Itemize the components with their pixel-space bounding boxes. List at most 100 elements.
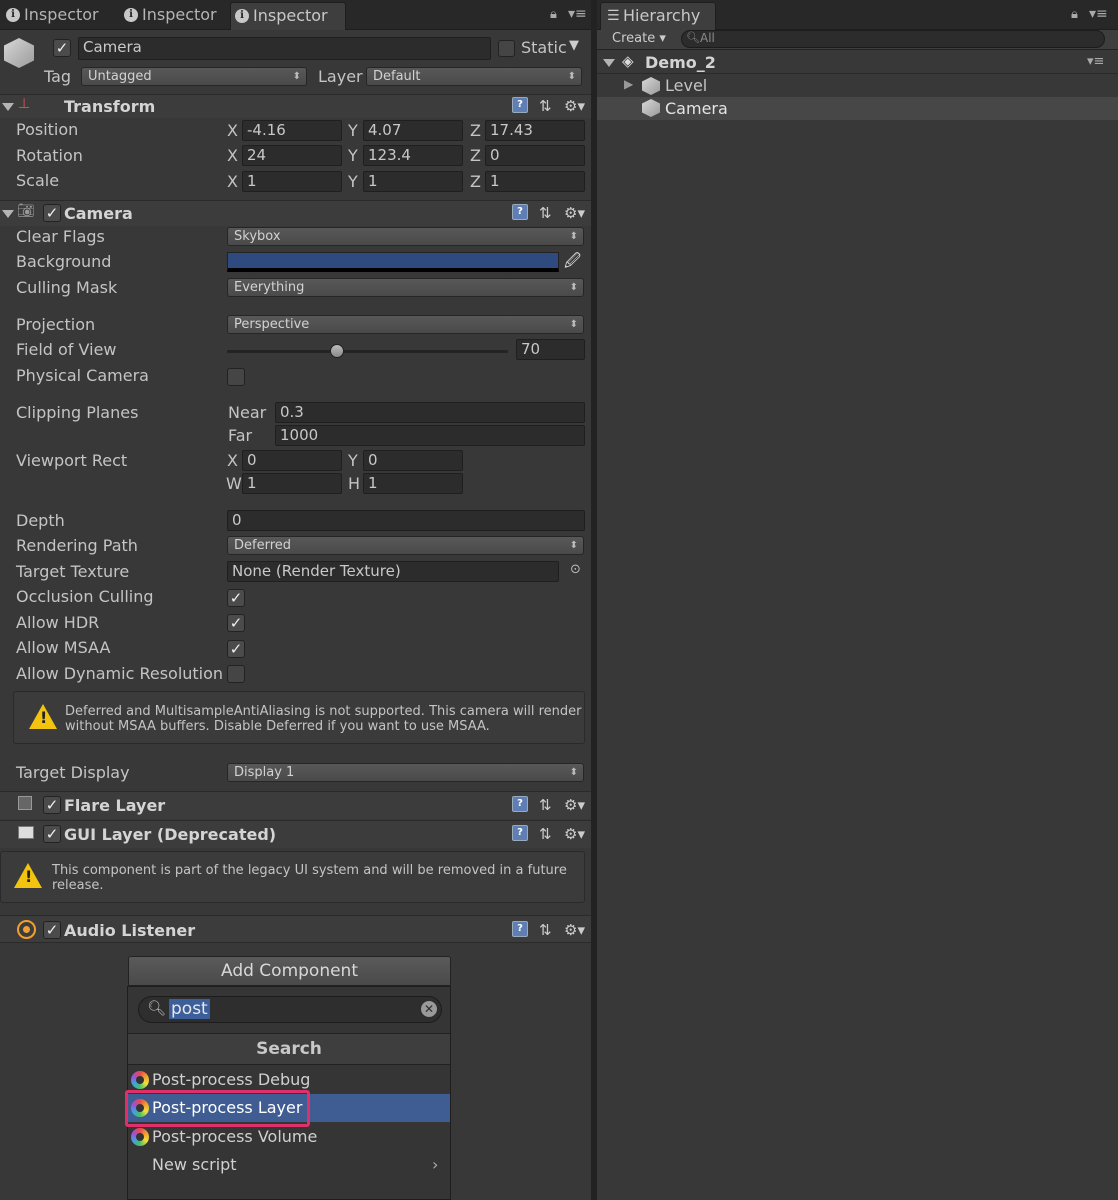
list-item-post-process-volume[interactable]: Post-process Volume bbox=[128, 1123, 450, 1151]
position-x-field[interactable]: -4.16 bbox=[242, 120, 342, 141]
preset-icon[interactable]: ⇅ bbox=[539, 825, 552, 843]
clear-search-icon[interactable]: ✕ bbox=[421, 1001, 437, 1017]
target-texture-field[interactable]: None (Render Texture) bbox=[227, 561, 559, 582]
gear-icon[interactable]: ⚙▾ bbox=[564, 97, 585, 115]
panel-menu-icon[interactable]: ▾≡ bbox=[1089, 6, 1108, 22]
unity-scene-icon: ◈ bbox=[622, 52, 634, 70]
gui-layer-checkbox[interactable]: ✓ bbox=[43, 825, 61, 843]
fov-label: Field of View bbox=[16, 340, 117, 359]
preset-icon[interactable]: ⇅ bbox=[539, 97, 552, 115]
target-display-dropdown[interactable]: Display 1 bbox=[227, 763, 584, 782]
dynamic-resolution-checkbox[interactable] bbox=[227, 665, 245, 683]
position-y-field[interactable]: 4.07 bbox=[363, 120, 463, 141]
tab-inspector-3[interactable]: i Inspector bbox=[230, 2, 346, 30]
gear-icon[interactable]: ⚙▾ bbox=[564, 204, 585, 222]
camera-title: Camera bbox=[64, 204, 133, 223]
scale-x-field[interactable]: 1 bbox=[242, 171, 342, 192]
flare-layer-header[interactable]: ✓ Flare Layer ? ⇅ ⚙▾ bbox=[0, 791, 591, 819]
viewport-x-field[interactable]: 0 bbox=[242, 450, 342, 471]
scene-menu-icon[interactable]: ▾≡ bbox=[1087, 54, 1104, 69]
projection-dropdown[interactable]: Perspective bbox=[227, 315, 584, 334]
allow-hdr-checkbox[interactable]: ✓ bbox=[227, 614, 245, 632]
allow-msaa-checkbox[interactable]: ✓ bbox=[227, 640, 245, 658]
help-book-icon[interactable]: ? bbox=[512, 97, 528, 113]
eyedropper-icon[interactable]: 🖉 bbox=[564, 250, 581, 277]
camera-header[interactable]: 📷︎ ✓ Camera ? ⇅ ⚙▾ bbox=[0, 200, 591, 226]
foldout-arrow-icon[interactable] bbox=[603, 59, 615, 67]
layer-dropdown[interactable]: Default bbox=[366, 67, 582, 86]
fov-slider-track[interactable] bbox=[227, 350, 508, 353]
audio-listener-header[interactable]: ✓ Audio Listener ? ⇅ ⚙▾ bbox=[0, 915, 591, 943]
create-button[interactable]: Create ▾ bbox=[612, 31, 666, 46]
gear-icon[interactable]: ⚙▾ bbox=[564, 921, 585, 939]
tab-label: Hierarchy bbox=[623, 6, 701, 25]
far-clip-field[interactable]: 1000 bbox=[275, 425, 585, 446]
tag-dropdown[interactable]: Untagged bbox=[81, 67, 307, 86]
tab-inspector-1[interactable]: i Inspector bbox=[2, 2, 112, 30]
gear-icon[interactable]: ⚙▾ bbox=[564, 825, 585, 843]
component-search-input[interactable]: post bbox=[169, 999, 210, 1019]
foldout-arrow-icon[interactable] bbox=[2, 103, 14, 111]
tab-hierarchy[interactable]: ☰ Hierarchy bbox=[600, 2, 716, 30]
flare-layer-title: Flare Layer bbox=[64, 796, 166, 815]
object-picker-icon[interactable]: ⊙ bbox=[570, 562, 581, 577]
occlusion-culling-checkbox[interactable]: ✓ bbox=[227, 589, 245, 607]
preset-icon[interactable]: ⇅ bbox=[539, 204, 552, 222]
transform-header[interactable]: ⊥ Transform ? ⇅ ⚙▾ bbox=[0, 94, 591, 118]
occlusion-culling-label: Occlusion Culling bbox=[16, 587, 154, 606]
active-checkbox[interactable]: ✓ bbox=[53, 39, 71, 57]
near-clip-field[interactable]: 0.3 bbox=[275, 402, 585, 423]
hierarchy-panel: ☰ Hierarchy 🔒︎ ▾≡ Create ▾ 🔍︎ All ◈ Demo_… bbox=[597, 0, 1118, 1200]
scale-z-field[interactable]: 1 bbox=[485, 171, 585, 192]
hierarchy-item-level[interactable]: ▶ Level bbox=[597, 75, 1118, 97]
clear-flags-dropdown[interactable]: Skybox bbox=[227, 227, 584, 246]
flare-layer-checkbox[interactable]: ✓ bbox=[43, 796, 61, 814]
add-component-button[interactable]: Add Component bbox=[128, 956, 451, 986]
camera-enabled-checkbox[interactable]: ✓ bbox=[43, 204, 61, 222]
hierarchy-item-camera[interactable]: Camera bbox=[597, 97, 1118, 120]
panel-menu-icon[interactable]: ▾≡ bbox=[568, 6, 587, 22]
info-icon: i bbox=[124, 8, 138, 22]
viewport-w-label: W bbox=[226, 474, 242, 493]
lock-icon[interactable]: 🔒︎ bbox=[550, 7, 557, 22]
component-header-icons: ? ⇅ ⚙▾ bbox=[512, 204, 588, 224]
culling-mask-dropdown[interactable]: Everything bbox=[227, 278, 584, 297]
foldout-arrow-icon[interactable] bbox=[2, 210, 14, 218]
list-item-new-script[interactable]: New script › bbox=[128, 1151, 450, 1179]
fov-slider-thumb[interactable] bbox=[329, 344, 344, 358]
rotation-z-field[interactable]: 0 bbox=[485, 145, 585, 166]
help-book-icon[interactable]: ? bbox=[512, 796, 528, 812]
object-name-field[interactable]: Camera bbox=[78, 37, 491, 60]
hierarchy-item-label: Level bbox=[665, 76, 708, 95]
static-checkbox[interactable] bbox=[498, 40, 515, 57]
scale-y-field[interactable]: 1 bbox=[363, 171, 463, 192]
gui-layer-header[interactable]: ✓ GUI Layer (Deprecated) ? ⇅ ⚙▾ bbox=[0, 820, 591, 848]
viewport-y-field[interactable]: 0 bbox=[363, 450, 463, 471]
hierarchy-search-input[interactable]: 🔍︎ All bbox=[681, 30, 1105, 48]
scene-row[interactable]: ◈ Demo_2 ▾≡ bbox=[597, 52, 1118, 74]
help-book-icon[interactable]: ? bbox=[512, 204, 528, 220]
depth-field[interactable]: 0 bbox=[227, 510, 585, 531]
static-dropdown-icon[interactable]: ▼ bbox=[569, 38, 579, 53]
component-search-box[interactable]: 🔍︎ post ✕ bbox=[138, 996, 442, 1023]
viewport-h-field[interactable]: 1 bbox=[363, 473, 463, 494]
viewport-w-field[interactable]: 1 bbox=[242, 473, 342, 494]
preset-icon[interactable]: ⇅ bbox=[539, 921, 552, 939]
expand-arrow-icon[interactable]: ▶ bbox=[624, 77, 633, 91]
help-book-icon[interactable]: ? bbox=[512, 921, 528, 937]
preset-icon[interactable]: ⇅ bbox=[539, 796, 552, 814]
rendering-path-dropdown[interactable]: Deferred bbox=[227, 536, 584, 555]
tab-inspector-2[interactable]: i Inspector bbox=[120, 2, 230, 30]
position-z-field[interactable]: 17.43 bbox=[485, 120, 585, 141]
fov-value-field[interactable]: 70 bbox=[516, 339, 585, 360]
audio-listener-checkbox[interactable]: ✓ bbox=[43, 921, 61, 939]
gear-icon[interactable]: ⚙▾ bbox=[564, 796, 585, 814]
help-book-icon[interactable]: ? bbox=[512, 825, 528, 841]
rotation-y-field[interactable]: 123.4 bbox=[363, 145, 463, 166]
physical-camera-checkbox[interactable] bbox=[227, 368, 245, 386]
background-color-field[interactable] bbox=[227, 252, 559, 272]
audio-listener-icon bbox=[17, 920, 36, 939]
gui-layer-title: GUI Layer (Deprecated) bbox=[64, 825, 277, 844]
rotation-x-field[interactable]: 24 bbox=[242, 145, 342, 166]
lock-icon[interactable]: 🔒︎ bbox=[1071, 7, 1078, 22]
